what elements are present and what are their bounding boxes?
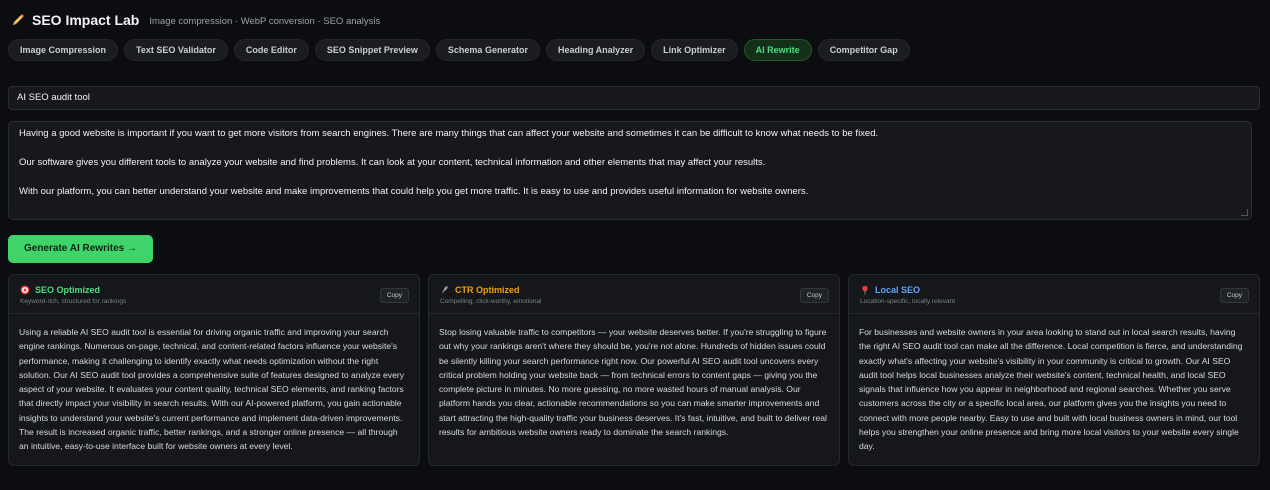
app-subtitle: Image compression · WebP conversion · SE…	[149, 15, 381, 27]
source-paragraph: Having a good website is important if yo…	[19, 128, 879, 139]
pin-icon	[862, 285, 868, 295]
target-icon	[20, 285, 30, 295]
copy-button[interactable]: Copy	[799, 288, 829, 303]
rewrite-card-ctr: CTR Optimized Compelling, click-worthy, …	[428, 274, 840, 466]
keyword-input[interactable]: AI SEO audit tool	[8, 86, 1260, 110]
card-header: CTR Optimized Compelling, click-worthy, …	[429, 275, 839, 314]
card-title-text: SEO Optimized	[35, 285, 101, 295]
card-title: CTR Optimized	[440, 285, 520, 295]
tab-text-seo-validator[interactable]: Text SEO Validator	[124, 39, 228, 61]
tab-link-optimizer[interactable]: Link Optimizer	[651, 39, 738, 61]
rewrite-card-local: Local SEO Location-specific, locally rel…	[848, 274, 1260, 466]
card-title-text: Local SEO	[875, 285, 921, 295]
copy-button[interactable]: Copy	[1219, 288, 1249, 303]
app-title: SEO Impact Lab	[32, 12, 140, 28]
card-title: SEO Optimized	[20, 285, 100, 295]
card-body: Stop losing valuable traffic to competit…	[439, 327, 827, 438]
tab-image-compression[interactable]: Image Compression	[8, 39, 119, 61]
source-paragraph: Our software gives you different tools t…	[19, 157, 766, 168]
rewrite-card-seo: SEO Optimized Keyword-rich, structured f…	[8, 274, 420, 466]
card-header: Local SEO Location-specific, locally rel…	[849, 275, 1259, 314]
card-description: Location-specific, locally relevant	[860, 298, 956, 305]
pencil-icon	[13, 14, 24, 25]
source-text-area[interactable]: Having a good website is important if yo…	[8, 121, 1252, 220]
card-title-text: CTR Optimized	[455, 285, 520, 295]
app-header: SEO Impact Lab Image compression · WebP …	[10, 12, 380, 28]
tab-ai-rewrite[interactable]: AI Rewrite	[743, 39, 812, 61]
tab-seo-snippet-preview[interactable]: SEO Snippet Preview	[314, 39, 430, 61]
tab-code-editor[interactable]: Code Editor	[233, 39, 309, 61]
card-header: SEO Optimized Keyword-rich, structured f…	[9, 275, 419, 314]
card-description: Compelling, click-worthy, emotional	[440, 298, 542, 305]
tab-competitor-gap[interactable]: Competitor Gap	[817, 39, 910, 61]
card-description: Keyword-rich, structured for rankings	[20, 298, 127, 305]
source-paragraph: With our platform, you can better unders…	[19, 186, 809, 197]
copy-button[interactable]: Copy	[379, 288, 409, 303]
card-body: Using a reliable AI SEO audit tool is es…	[19, 327, 405, 452]
generate-rewrites-button[interactable]: Generate AI Rewrites →	[8, 235, 153, 263]
resize-handle[interactable]	[1241, 209, 1248, 216]
tab-heading-analyzer[interactable]: Heading Analyzer	[545, 39, 646, 61]
card-body: For businesses and website owners in you…	[859, 327, 1243, 452]
card-title: Local SEO	[860, 285, 920, 295]
tab-bar: Image Compression Text SEO Validator Cod…	[8, 39, 910, 61]
tab-schema-generator[interactable]: Schema Generator	[435, 39, 540, 61]
rocket-icon	[442, 286, 448, 293]
